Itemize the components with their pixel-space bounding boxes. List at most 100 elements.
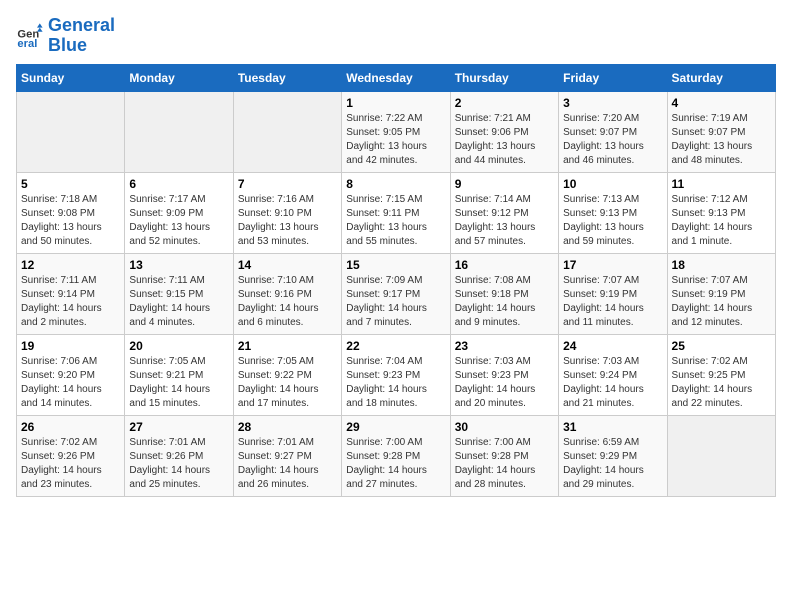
day-cell: 15Sunrise: 7:09 AMSunset: 9:17 PMDayligh… [342,253,450,334]
day-cell: 31 Sunrise: 6:59 AMSunset: 9:29 PMDayligh… [559,415,667,496]
weekday-sunday: Sunday [17,64,125,91]
logo: Gen eral General Blue [16,16,115,56]
day-info: Sunrise: 7:20 AMSunset: 9:07 PMDaylight:… [563,112,662,168]
weekday-saturday: Saturday [667,64,775,91]
day-cell: 6 Sunrise: 7:17 AMSunset: 9:09 PMDaylight… [125,172,233,253]
day-info: Sunrise: 7:09 AMSunset: 9:17 PMDaylight:… [346,274,445,330]
day-number: 12 [21,258,120,272]
day-cell: 18Sunrise: 7:07 AMSunset: 9:19 PMDayligh… [667,253,775,334]
day-number: 20 [129,339,228,353]
day-info: Sunrise: 7:05 AMSunset: 9:21 PMDaylight:… [129,355,228,411]
day-info: Sunrise: 7:22 AMSunset: 9:05 PMDaylight:… [346,112,445,168]
day-info: Sunrise: 7:00 AMSunset: 9:28 PMDaylight:… [455,436,554,492]
day-info: Sunrise: 7:18 AMSunset: 9:08 PMDaylight:… [21,193,120,249]
logo-icon: Gen eral [16,22,44,50]
day-cell: 14 Sunrise: 7:10 AMSunset: 9:16 PMDayligh… [233,253,341,334]
day-info: Sunrise: 7:07 AMSunset: 9:19 PMDaylight:… [563,274,662,330]
day-number: 11 [672,177,771,191]
day-cell [667,415,775,496]
weekday-friday: Friday [559,64,667,91]
logo-line2: Blue [48,36,115,56]
day-info: Sunrise: 7:15 AMSunset: 9:11 PMDaylight:… [346,193,445,249]
page-header: Gen eral General Blue [16,16,776,56]
day-number: 8 [346,177,445,191]
day-number: 2 [455,96,554,110]
day-info: Sunrise: 7:14 AMSunset: 9:12 PMDaylight:… [455,193,554,249]
weekday-thursday: Thursday [450,64,558,91]
day-info: Sunrise: 7:11 AMSunset: 9:14 PMDaylight:… [21,274,120,330]
week-row-2: 5Sunrise: 7:18 AMSunset: 9:08 PMDaylight… [17,172,776,253]
day-cell: 10 Sunrise: 7:13 AMSunset: 9:13 PMDayligh… [559,172,667,253]
day-cell: 16 Sunrise: 7:08 AMSunset: 9:18 PMDayligh… [450,253,558,334]
svg-text:eral: eral [17,38,37,50]
day-number: 21 [238,339,337,353]
day-info: Sunrise: 6:59 AMSunset: 9:29 PMDaylight:… [563,436,662,492]
day-info: Sunrise: 7:19 AMSunset: 9:07 PMDaylight:… [672,112,771,168]
day-number: 13 [129,258,228,272]
week-row-1: 1Sunrise: 7:22 AMSunset: 9:05 PMDaylight… [17,91,776,172]
day-number: 18 [672,258,771,272]
day-number: 14 [238,258,337,272]
day-cell: 26 Sunrise: 7:02 AMSunset: 9:26 PMDayligh… [17,415,125,496]
day-cell: 19 Sunrise: 7:06 AMSunset: 9:20 PMDayligh… [17,334,125,415]
day-cell: 27Sunrise: 7:01 AMSunset: 9:26 PMDayligh… [125,415,233,496]
day-cell: 9Sunrise: 7:14 AMSunset: 9:12 PMDaylight… [450,172,558,253]
day-cell [125,91,233,172]
day-info: Sunrise: 7:08 AMSunset: 9:18 PMDaylight:… [455,274,554,330]
day-cell: 24Sunrise: 7:03 AMSunset: 9:24 PMDayligh… [559,334,667,415]
day-number: 3 [563,96,662,110]
week-row-4: 19 Sunrise: 7:06 AMSunset: 9:20 PMDayligh… [17,334,776,415]
weekday-wednesday: Wednesday [342,64,450,91]
day-cell: 1Sunrise: 7:22 AMSunset: 9:05 PMDaylight… [342,91,450,172]
day-info: Sunrise: 7:02 AMSunset: 9:25 PMDaylight:… [672,355,771,411]
weekday-monday: Monday [125,64,233,91]
day-cell: 20 Sunrise: 7:05 AMSunset: 9:21 PMDayligh… [125,334,233,415]
day-cell: 2Sunrise: 7:21 AMSunset: 9:06 PMDaylight… [450,91,558,172]
weekday-tuesday: Tuesday [233,64,341,91]
day-number: 6 [129,177,228,191]
day-number: 17 [563,258,662,272]
calendar-table: SundayMondayTuesdayWednesdayThursdayFrid… [16,64,776,497]
day-number: 31 [563,420,662,434]
day-cell: 23Sunrise: 7:03 AMSunset: 9:23 PMDayligh… [450,334,558,415]
day-number: 4 [672,96,771,110]
day-info: Sunrise: 7:05 AMSunset: 9:22 PMDaylight:… [238,355,337,411]
day-number: 28 [238,420,337,434]
day-info: Sunrise: 7:16 AMSunset: 9:10 PMDaylight:… [238,193,337,249]
day-cell [17,91,125,172]
day-number: 26 [21,420,120,434]
day-number: 19 [21,339,120,353]
day-info: Sunrise: 7:13 AMSunset: 9:13 PMDaylight:… [563,193,662,249]
day-cell: 28 Sunrise: 7:01 AMSunset: 9:27 PMDayligh… [233,415,341,496]
day-number: 7 [238,177,337,191]
day-info: Sunrise: 7:10 AMSunset: 9:16 PMDaylight:… [238,274,337,330]
day-cell: 3 Sunrise: 7:20 AMSunset: 9:07 PMDaylight… [559,91,667,172]
day-number: 30 [455,420,554,434]
day-info: Sunrise: 7:01 AMSunset: 9:26 PMDaylight:… [129,436,228,492]
day-info: Sunrise: 7:11 AMSunset: 9:15 PMDaylight:… [129,274,228,330]
calendar-body: 1Sunrise: 7:22 AMSunset: 9:05 PMDaylight… [17,91,776,496]
logo-line1: General [48,16,115,36]
day-number: 25 [672,339,771,353]
day-cell: 12 Sunrise: 7:11 AMSunset: 9:14 PMDayligh… [17,253,125,334]
day-number: 29 [346,420,445,434]
day-number: 10 [563,177,662,191]
day-number: 16 [455,258,554,272]
day-number: 24 [563,339,662,353]
day-info: Sunrise: 7:06 AMSunset: 9:20 PMDaylight:… [21,355,120,411]
week-row-3: 12 Sunrise: 7:11 AMSunset: 9:14 PMDayligh… [17,253,776,334]
day-cell: 4 Sunrise: 7:19 AMSunset: 9:07 PMDaylight… [667,91,775,172]
day-cell: 29 Sunrise: 7:00 AMSunset: 9:28 PMDayligh… [342,415,450,496]
day-info: Sunrise: 7:01 AMSunset: 9:27 PMDaylight:… [238,436,337,492]
day-info: Sunrise: 7:02 AMSunset: 9:26 PMDaylight:… [21,436,120,492]
day-cell: 25 Sunrise: 7:02 AMSunset: 9:25 PMDayligh… [667,334,775,415]
day-info: Sunrise: 7:17 AMSunset: 9:09 PMDaylight:… [129,193,228,249]
week-row-5: 26 Sunrise: 7:02 AMSunset: 9:26 PMDayligh… [17,415,776,496]
day-cell: 30 Sunrise: 7:00 AMSunset: 9:28 PMDayligh… [450,415,558,496]
day-info: Sunrise: 7:03 AMSunset: 9:23 PMDaylight:… [455,355,554,411]
day-cell: 8 Sunrise: 7:15 AMSunset: 9:11 PMDaylight… [342,172,450,253]
day-info: Sunrise: 7:00 AMSunset: 9:28 PMDaylight:… [346,436,445,492]
weekday-row: SundayMondayTuesdayWednesdayThursdayFrid… [17,64,776,91]
day-cell: 21 Sunrise: 7:05 AMSunset: 9:22 PMDayligh… [233,334,341,415]
day-cell: 11Sunrise: 7:12 AMSunset: 9:13 PMDayligh… [667,172,775,253]
